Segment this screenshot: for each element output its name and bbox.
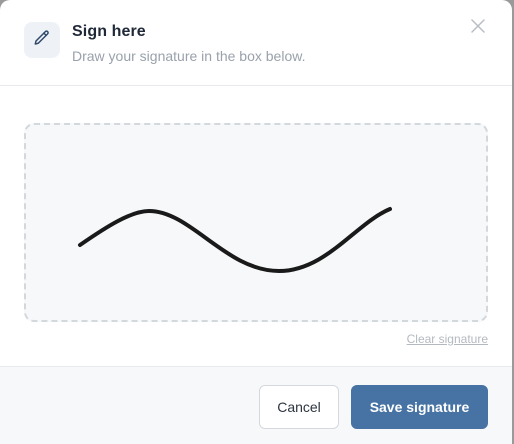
dialog-header: Sign here Draw your signature in the box… xyxy=(0,0,512,86)
header-icon-badge xyxy=(24,22,60,58)
close-button[interactable] xyxy=(466,16,490,40)
save-signature-button[interactable]: Save signature xyxy=(351,385,488,429)
cancel-button[interactable]: Cancel xyxy=(259,385,339,429)
pencil-icon xyxy=(33,29,51,52)
dialog-footer: Cancel Save signature xyxy=(0,366,512,444)
clear-signature-link[interactable]: Clear signature xyxy=(407,332,488,346)
dialog-subtitle: Draw your signature in the box below. xyxy=(72,48,306,64)
signature-stroke xyxy=(78,207,392,273)
signature-dialog: Sign here Draw your signature in the box… xyxy=(0,0,512,444)
signature-pad[interactable] xyxy=(24,123,488,322)
dialog-title: Sign here xyxy=(72,23,146,40)
close-icon xyxy=(471,18,485,38)
